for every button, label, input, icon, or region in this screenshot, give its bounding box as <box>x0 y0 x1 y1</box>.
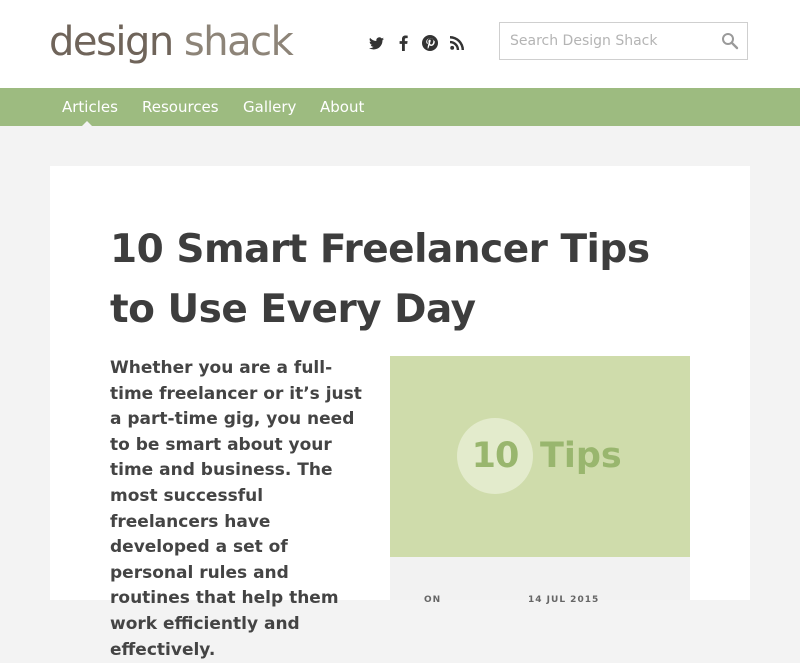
main-nav: Articles Resources Gallery About <box>0 88 800 126</box>
search-icon[interactable] <box>721 32 739 50</box>
search-box <box>499 22 748 60</box>
site-logo[interactable]: design shack <box>49 14 294 70</box>
facebook-icon[interactable] <box>393 32 413 54</box>
article-title-line-2: to Use Every Day <box>110 287 476 332</box>
meta-on-label: ON <box>424 595 442 605</box>
rss-icon[interactable] <box>447 32 467 54</box>
logo-text-design: design <box>49 19 174 65</box>
featured-image[interactable]: 10 Tips <box>390 356 690 557</box>
article-title[interactable]: 10 Smart Freelancer Tips to Use Every Da… <box>110 220 710 340</box>
pinterest-icon[interactable] <box>420 32 440 54</box>
article-title-line-1: 10 Smart Freelancer Tips <box>110 227 650 272</box>
meta-date: 14 JUL 2015 <box>528 595 600 605</box>
twitter-icon[interactable] <box>366 32 386 54</box>
nav-item-gallery[interactable]: Gallery <box>243 88 296 126</box>
nav-item-resources[interactable]: Resources <box>142 88 219 126</box>
feature-word: Tips <box>540 436 622 476</box>
social-links <box>366 32 474 54</box>
active-nav-indicator <box>82 121 92 126</box>
logo-text-shack: shack <box>183 19 294 65</box>
search-input[interactable] <box>500 23 710 59</box>
article-excerpt: Whether you are a full-time freelancer o… <box>110 358 362 660</box>
feature-number: 10 <box>471 436 520 476</box>
nav-item-about[interactable]: About <box>320 88 364 126</box>
article-meta: ON 14 JUL 2015 <box>390 557 690 605</box>
